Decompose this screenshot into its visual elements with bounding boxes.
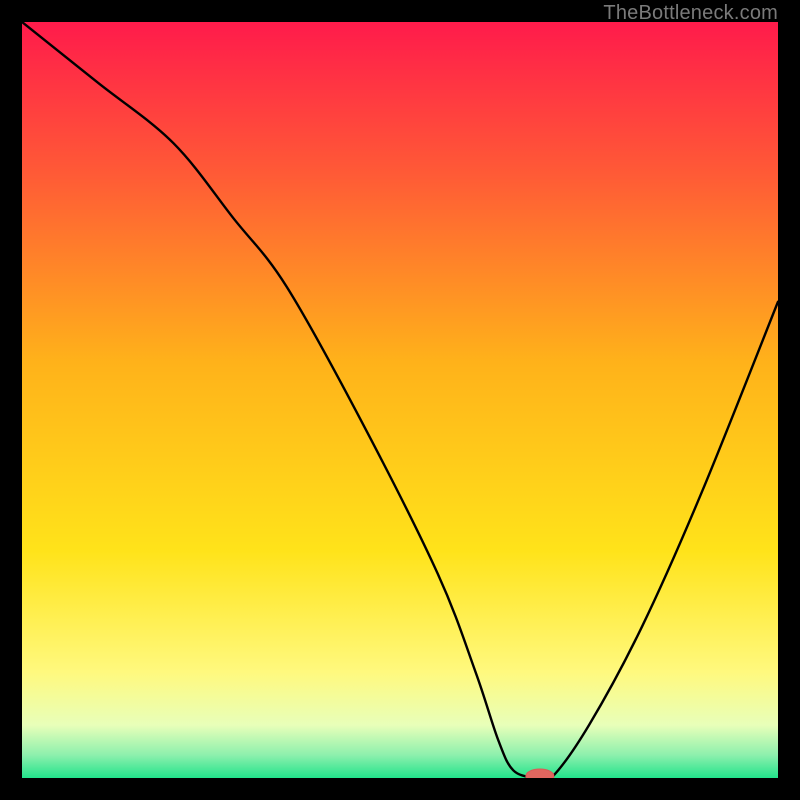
chart-svg: [22, 22, 778, 778]
chart-frame: TheBottleneck.com: [0, 0, 800, 800]
bottleneck-chart: [22, 22, 778, 778]
gradient-background: [22, 22, 778, 778]
